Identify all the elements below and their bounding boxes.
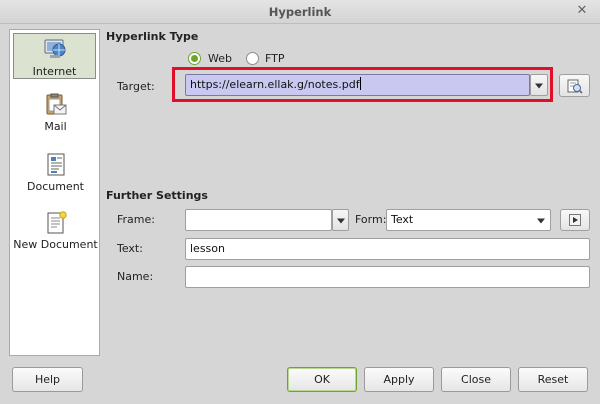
sidebar-item-new-document[interactable]: New Document <box>10 208 101 264</box>
sidebar-item-internet[interactable]: Internet <box>13 33 96 79</box>
sidebar-item-label: Internet <box>32 65 77 78</box>
sidebar-item-label: Document <box>27 180 84 193</box>
browse-file-icon <box>567 79 583 94</box>
hyperlink-category-sidebar: Internet Mail Document New Document <box>9 29 100 356</box>
new-document-icon <box>47 211 67 234</box>
target-url-input[interactable]: https://elearn.ellak.g/notes.pdf <box>185 74 530 96</box>
document-icon <box>47 153 64 176</box>
events-button[interactable] <box>560 209 590 231</box>
name-input[interactable] <box>185 266 590 288</box>
text-label: Text: <box>117 242 143 255</box>
form-label: Form: <box>355 213 387 226</box>
web-radio[interactable] <box>188 52 201 65</box>
window-title: Hyperlink <box>268 5 332 19</box>
name-label: Name: <box>117 270 154 283</box>
mail-clipboard-icon <box>46 93 66 115</box>
target-label: Target: <box>117 80 155 93</box>
help-button[interactable]: Help <box>12 367 83 392</box>
link-text-input[interactable]: lesson <box>185 238 590 260</box>
close-icon[interactable]: ✕ <box>574 3 590 19</box>
globe-computer-icon <box>44 39 65 58</box>
form-select[interactable]: Text <box>386 209 551 231</box>
form-dropdown-arrow[interactable] <box>533 211 549 229</box>
hyperlink-type-heading: Hyperlink Type <box>106 30 199 43</box>
frame-input[interactable] <box>185 209 332 231</box>
frame-label: Frame: <box>117 213 155 226</box>
play-macro-icon <box>569 214 581 226</box>
sidebar-item-document[interactable]: Document <box>10 150 101 206</box>
further-settings-heading: Further Settings <box>106 189 208 202</box>
ok-button[interactable]: OK <box>287 367 357 392</box>
apply-button[interactable]: Apply <box>364 367 434 392</box>
open-file-button[interactable] <box>559 74 590 97</box>
reset-button[interactable]: Reset <box>518 367 588 392</box>
ftp-radio-label: FTP <box>265 52 285 65</box>
target-dropdown-button[interactable] <box>530 74 548 96</box>
sidebar-item-mail[interactable]: Mail <box>10 90 101 146</box>
sidebar-item-label: New Document <box>13 238 98 251</box>
web-radio-label: Web <box>208 52 232 65</box>
close-button[interactable]: Close <box>441 367 511 392</box>
sidebar-item-label: Mail <box>44 120 67 133</box>
form-select-value: Text <box>391 213 414 226</box>
frame-dropdown-button[interactable] <box>332 209 349 231</box>
target-url-value: https://elearn.ellak.g/notes.pdf <box>190 78 360 91</box>
ftp-radio[interactable] <box>246 52 259 65</box>
title-bar: Hyperlink ✕ <box>0 0 600 24</box>
text-cursor <box>359 77 361 90</box>
